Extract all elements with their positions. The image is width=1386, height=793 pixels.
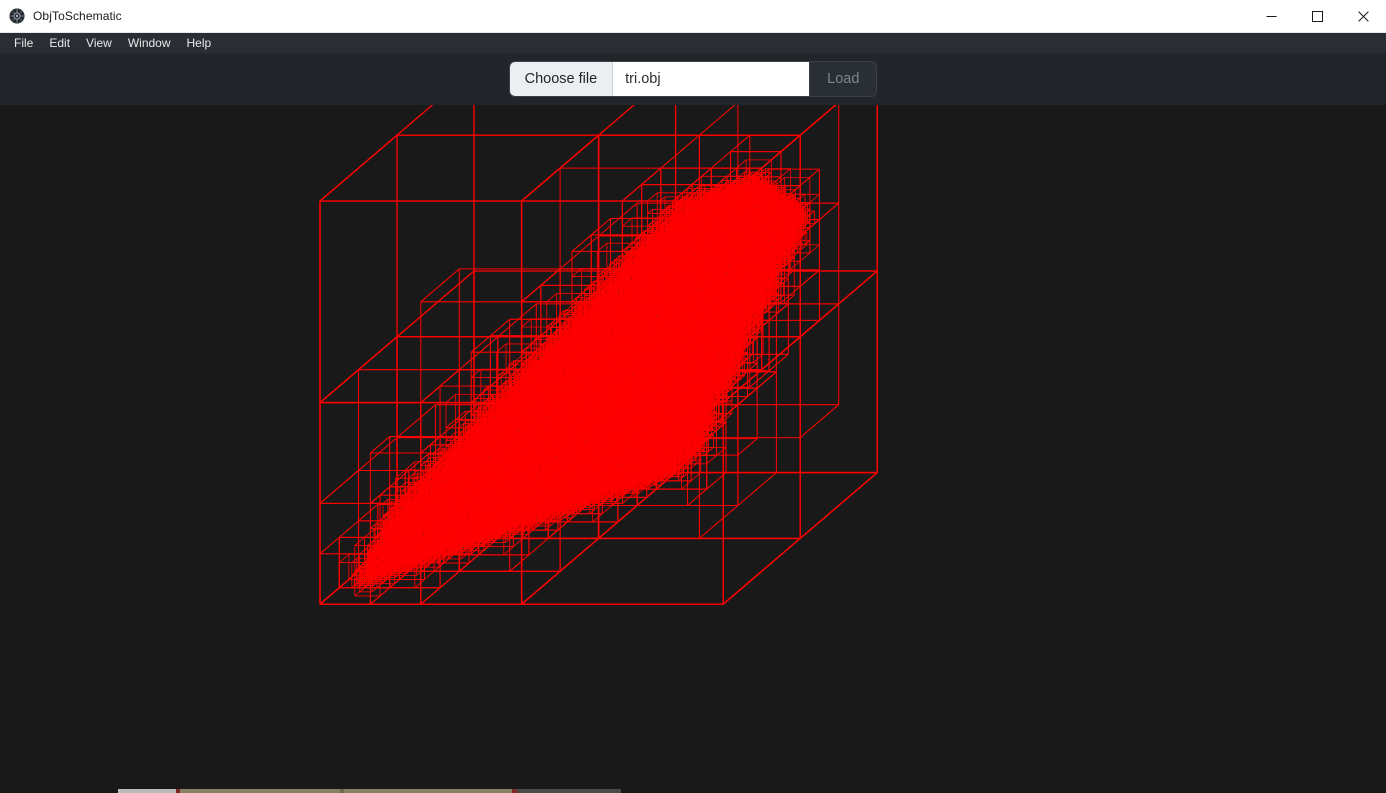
- octree-wireframe-render: [0, 105, 1386, 793]
- close-button[interactable]: [1340, 0, 1386, 32]
- toolbar: Choose file tri.obj Load: [0, 53, 1386, 105]
- minimize-button[interactable]: [1248, 0, 1294, 32]
- filename-input[interactable]: tri.obj: [613, 62, 809, 96]
- menu-bar: File Edit View Window Help: [0, 33, 1386, 53]
- close-icon: [1358, 11, 1369, 22]
- maximize-button[interactable]: [1294, 0, 1340, 32]
- maximize-icon: [1312, 11, 1323, 22]
- minimize-icon: [1266, 11, 1277, 22]
- title-bar-left: ObjToSchematic: [0, 8, 1248, 24]
- window-title: ObjToSchematic: [33, 9, 122, 23]
- file-input-group: Choose file tri.obj Load: [510, 62, 877, 96]
- strip-segment-6: [517, 789, 621, 793]
- menu-item-edit[interactable]: Edit: [41, 34, 78, 53]
- app-logo-icon: [9, 8, 25, 24]
- menu-item-help[interactable]: Help: [179, 34, 220, 53]
- application-window: ObjToSchematic File Edit View Window Hel…: [0, 0, 1386, 793]
- strip-segment-4: [344, 789, 512, 793]
- menu-item-file[interactable]: File: [6, 34, 41, 53]
- strip-segment-2: [180, 789, 340, 793]
- choose-file-button[interactable]: Choose file: [510, 62, 614, 96]
- strip-segment-0: [118, 789, 176, 793]
- menu-item-window[interactable]: Window: [120, 34, 179, 53]
- bottom-edge-strip: [118, 789, 621, 793]
- title-bar: ObjToSchematic: [0, 0, 1386, 33]
- menu-item-view[interactable]: View: [78, 34, 120, 53]
- render-viewport[interactable]: [0, 105, 1386, 793]
- window-controls: [1248, 0, 1386, 32]
- load-button[interactable]: Load: [809, 62, 876, 96]
